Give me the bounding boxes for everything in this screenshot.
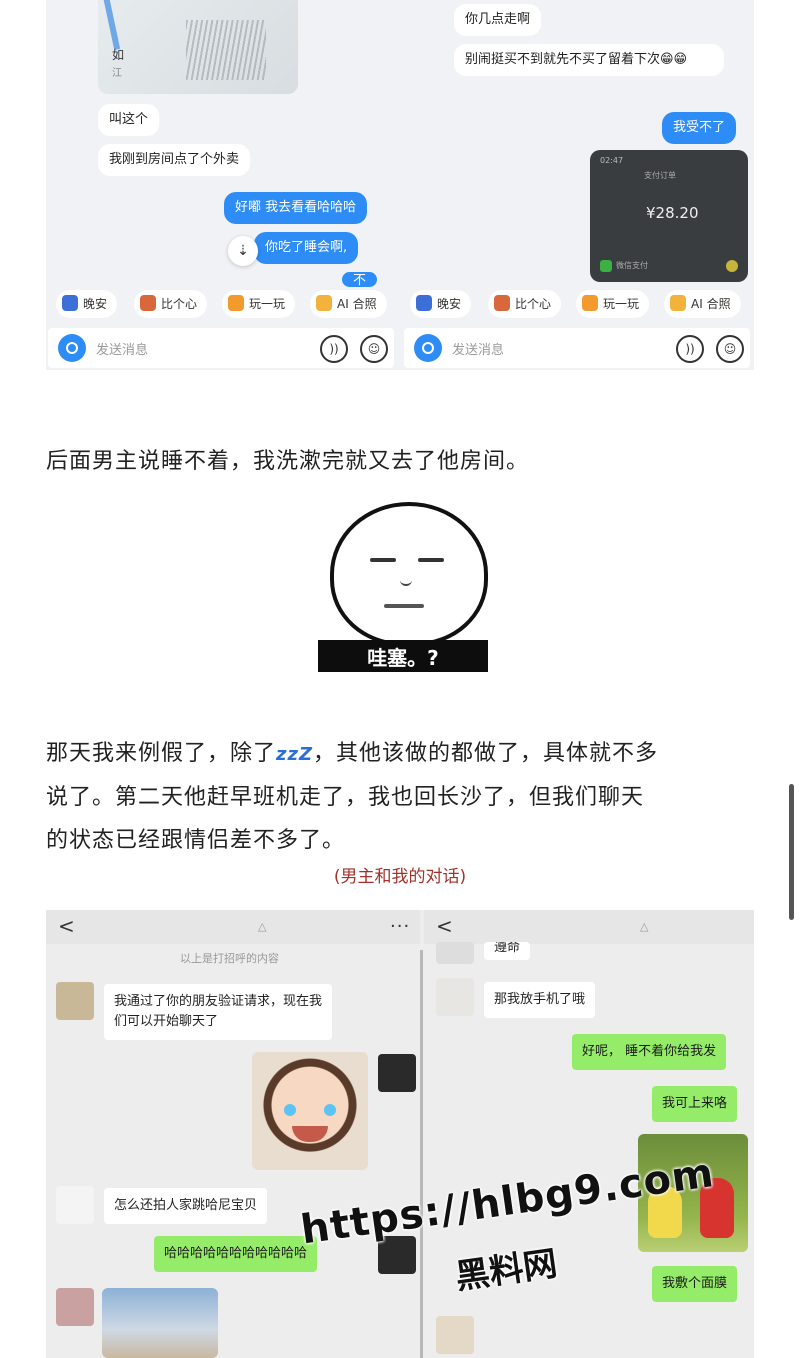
qq-chat-screenshot: 如 江 叫这个 我刚到房间点了个外卖 好嘟 我去看看哈哈哈 你吃了睡会啊, 不 … <box>46 0 754 370</box>
input-placeholder: 发送消息 <box>452 343 505 358</box>
avatar[interactable] <box>436 978 474 1016</box>
message-input[interactable]: 发送消息 )) ☺ <box>48 328 394 368</box>
pay-header: 支付订单 <box>644 171 676 180</box>
quick-action-play[interactable]: 玩一玩 <box>222 290 296 318</box>
wechat-chat-screenshot: < △ ··· 以上是打招呼的内容 我通过了你的朋友验证请求，现在我 们可以开始… <box>46 910 754 1358</box>
camera-icon[interactable] <box>414 334 442 362</box>
wechat-bubble-in: 怎么还拍人家跳哈尼宝贝 <box>104 1188 268 1224</box>
photo-message[interactable] <box>102 1288 218 1358</box>
wechat-bubble-in: 我通过了你的朋友验证请求，现在我 们可以开始聊天了 <box>104 984 333 1040</box>
chat-bubble-in: 别闹挺买不到就先不买了留着下次😁😁 <box>454 44 724 76</box>
sleep-emoji: zzZ <box>276 744 314 765</box>
moon-icon <box>416 295 432 311</box>
avatar[interactable] <box>436 942 474 964</box>
ai-photo-icon <box>316 295 332 311</box>
quick-action-heart[interactable]: 比个心 <box>488 290 562 318</box>
system-note: 以上是打招呼的内容 <box>180 952 279 965</box>
location-card[interactable]: 如 江 <box>98 0 298 94</box>
chat-panel-left: 如 江 叫这个 我刚到房间点了个外卖 好嘟 我去看看哈哈哈 你吃了睡会啊, 不 … <box>46 0 400 370</box>
pay-time: 02:47 <box>600 156 624 165</box>
chat-bubble-in: 你几点走啊 <box>454 4 542 36</box>
sparkle-icon <box>582 295 598 311</box>
chat-bubble-out: 好嘟 我去看看哈哈哈 <box>224 192 368 224</box>
location-sub: 江 <box>112 68 122 79</box>
chat-bubble-out: 你吃了睡会啊, <box>254 232 359 264</box>
camera-icon[interactable] <box>58 334 86 362</box>
article-paragraph-2: 那天我来例假了，除了zzZ，其他该做的都做了，具体就不多 说了。第二天他赶早班机… <box>46 741 659 853</box>
wechat-bubble-out: 哈哈哈哈哈哈哈哈哈哈哈 <box>154 1236 318 1272</box>
back-icon[interactable]: < <box>436 914 453 938</box>
meme-face <box>330 502 488 646</box>
quick-action-heart[interactable]: 比个心 <box>134 290 208 318</box>
wechat-bubble-out: 我可上来咯 <box>652 1086 738 1122</box>
input-placeholder: 发送消息 <box>96 343 149 358</box>
quick-action-play[interactable]: 玩一玩 <box>576 290 650 318</box>
avatar[interactable] <box>436 1316 474 1354</box>
meme-image: 哇塞。? <box>318 496 488 674</box>
pay-method: 微信支付 <box>616 261 648 270</box>
chat-bubble-in: 我刚到房间点了个外卖 <box>98 144 251 176</box>
avatar[interactable] <box>56 982 94 1020</box>
image-caption: (男主和我的对话) <box>333 867 467 887</box>
back-icon[interactable]: < <box>58 914 75 938</box>
heart-hand-icon <box>494 295 510 311</box>
sparkle-icon <box>228 295 244 311</box>
voice-icon[interactable]: )) <box>320 335 348 363</box>
wechat-bubble-in: 那我放手机了哦 <box>484 982 596 1018</box>
wechat-bubble-out: 好呢， 睡不着你给我发 <box>572 1034 727 1070</box>
quick-action-ai-photo[interactable]: AI 合照 <box>310 290 387 318</box>
chat-bubble-in: 叫这个 <box>98 104 160 136</box>
wechat-pay-icon <box>600 260 612 272</box>
contact-name-hidden: △ <box>640 920 649 933</box>
check-icon <box>726 260 738 272</box>
chat-bubble-out: 我受不了 <box>662 112 737 144</box>
heart-hand-icon <box>140 295 156 311</box>
contact-name-hidden: △ <box>258 920 267 933</box>
moon-icon <box>62 295 78 311</box>
pay-amount: ¥28.20 <box>646 204 699 222</box>
more-icon[interactable]: ··· <box>390 916 410 937</box>
photo-message[interactable] <box>252 1052 368 1170</box>
quick-action-ai-photo[interactable]: AI 合照 <box>664 290 741 318</box>
quick-action-goodnight[interactable]: 晚安 <box>410 290 472 318</box>
article-paragraph-1: 后面男主说睡不着，我洗漱完就又去了他房间。 <box>46 449 530 474</box>
payment-screenshot[interactable]: 02:47 支付订单 ¥28.20 微信支付 <box>590 150 748 282</box>
emoji-icon[interactable]: ☺ <box>716 335 744 363</box>
wechat-bubble-out: 我敷个面膜 <box>652 1266 738 1302</box>
page-scrollbar[interactable] <box>789 784 794 920</box>
ai-photo-icon <box>670 295 686 311</box>
voice-icon[interactable]: )) <box>676 335 704 363</box>
avatar[interactable] <box>56 1186 94 1224</box>
panel-divider <box>420 950 423 1358</box>
chat-bubble-out-partial: 不 <box>342 272 378 287</box>
wechat-bubble-in-partial: 遵命 <box>484 942 531 960</box>
quick-action-goodnight[interactable]: 晚安 <box>56 290 118 318</box>
scroll-down-icon[interactable]: ⇣ <box>228 236 258 266</box>
meme-caption: 哇塞。? <box>367 646 439 670</box>
location-label: 如 <box>112 48 125 62</box>
emoji-icon[interactable]: ☺ <box>360 335 388 363</box>
message-input[interactable]: 发送消息 )) ☺ <box>404 328 750 368</box>
avatar[interactable] <box>56 1288 94 1326</box>
avatar[interactable] <box>378 1054 416 1092</box>
wechat-panel-left: < △ ··· 以上是打招呼的内容 我通过了你的朋友验证请求，现在我 们可以开始… <box>46 910 420 1358</box>
